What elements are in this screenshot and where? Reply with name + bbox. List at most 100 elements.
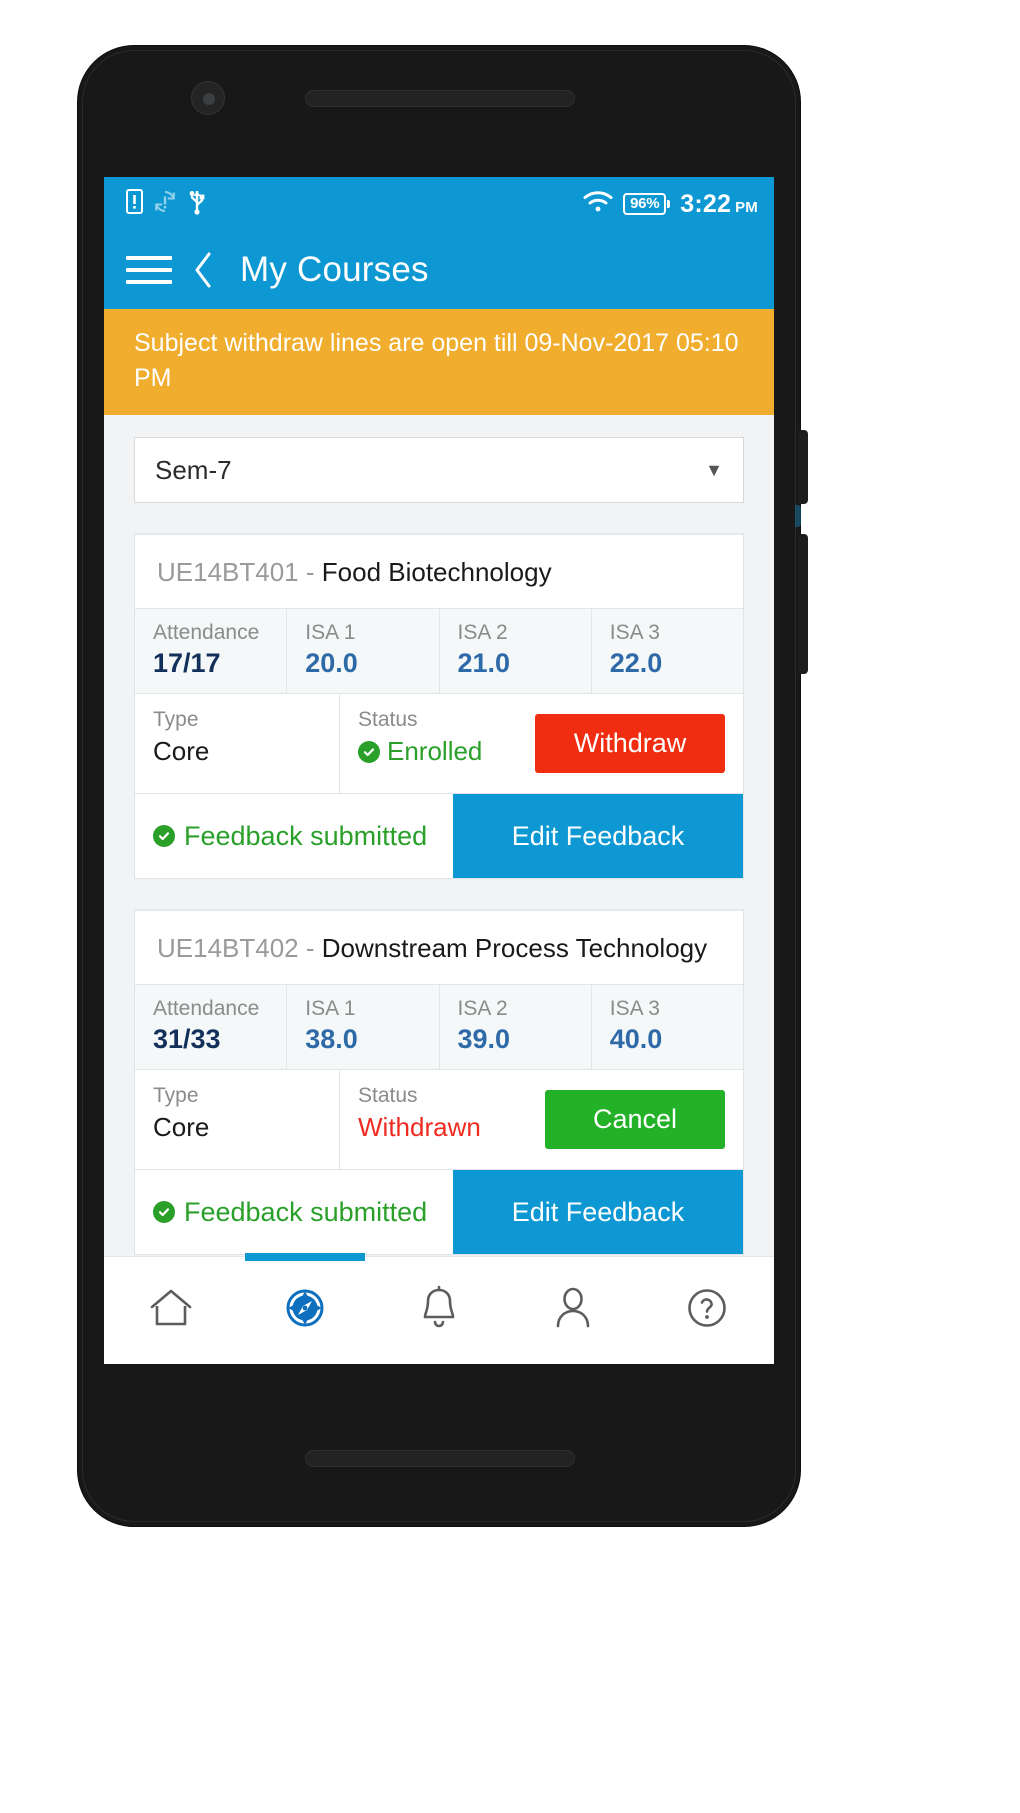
status-value: Withdrawn xyxy=(358,1112,481,1142)
course-code: UE14BT402 xyxy=(157,933,299,963)
course-feedback-row: Feedback submitted Edit Feedback xyxy=(135,794,743,878)
type-label: Type xyxy=(153,1084,199,1107)
chevron-down-icon: ▼ xyxy=(705,460,723,480)
status-bar-left-icons xyxy=(126,188,207,220)
page-title: My Courses xyxy=(240,250,429,289)
stat-value-isa2: 39.0 xyxy=(457,1024,511,1054)
sim-alert-icon xyxy=(126,189,143,219)
bottom-speaker xyxy=(305,1450,575,1467)
stat-isa3: ISA 3 40.0 xyxy=(592,985,743,1069)
course-code: UE14BT401 xyxy=(157,557,299,587)
course-title-separator: - xyxy=(298,557,322,587)
course-card[interactable]: UE14BT402 - Downstream Process Technolog… xyxy=(134,909,744,1255)
stat-isa1: ISA 1 20.0 xyxy=(287,609,440,693)
course-card[interactable]: UE14BT401 - Food Biotechnology Attendanc… xyxy=(134,533,744,879)
status-label: Status xyxy=(358,1084,418,1107)
nav-item-home[interactable] xyxy=(104,1257,238,1364)
app-bar: My Courses xyxy=(104,231,774,309)
home-icon xyxy=(147,1285,195,1336)
stat-label-isa1: ISA 1 xyxy=(305,621,356,644)
status-value: Enrolled xyxy=(387,736,483,766)
bell-icon xyxy=(417,1284,461,1337)
cancel-button[interactable]: Cancel xyxy=(545,1090,725,1149)
nav-item-profile[interactable] xyxy=(506,1257,640,1364)
check-circle-icon xyxy=(153,1201,175,1223)
type-label: Type xyxy=(153,708,199,731)
withdraw-notice-banner: Subject withdraw lines are open till 09-… xyxy=(104,309,774,415)
stat-value-isa3: 22.0 xyxy=(609,648,663,678)
course-title: UE14BT402 - Downstream Process Technolog… xyxy=(135,911,743,985)
battery-percent-label: 96% xyxy=(623,193,667,215)
type-value: Core xyxy=(153,1112,210,1142)
edit-feedback-button[interactable]: Edit Feedback xyxy=(453,794,743,878)
stat-label-isa2: ISA 2 xyxy=(457,621,508,644)
stat-isa3: ISA 3 22.0 xyxy=(592,609,743,693)
back-chevron-icon[interactable] xyxy=(190,250,216,290)
stat-isa2: ISA 2 39.0 xyxy=(440,985,592,1069)
status-badge: Withdrawn xyxy=(358,1112,545,1143)
check-circle-icon xyxy=(358,740,380,763)
power-button[interactable] xyxy=(798,430,808,504)
stat-label-attendance: Attendance xyxy=(153,621,260,644)
nav-item-help[interactable] xyxy=(640,1257,774,1364)
course-stats-row: Attendance 31/33 ISA 1 38.0 ISA 2 39.0 I… xyxy=(135,985,743,1070)
stat-value-attendance: 31/33 xyxy=(153,1024,221,1054)
help-circle-icon xyxy=(683,1284,731,1337)
person-icon xyxy=(551,1284,595,1337)
course-status-cell: Status Withdrawn xyxy=(340,1070,545,1169)
course-type-status-row: Type Core Status Withdrawn Cancel xyxy=(135,1070,743,1170)
compass-icon xyxy=(281,1284,329,1337)
course-type-cell: Type Core xyxy=(135,694,340,793)
course-name: Downstream Process Technology xyxy=(321,933,708,963)
clock-ampm: PM xyxy=(735,198,758,216)
wifi-icon xyxy=(583,190,613,218)
status-bar: 96% 3:22 PM xyxy=(104,177,774,231)
stat-value-isa2: 21.0 xyxy=(457,648,511,678)
status-bar-clock: 3:22 PM xyxy=(680,190,758,219)
earpiece-speaker xyxy=(305,90,575,107)
stat-isa2: ISA 2 21.0 xyxy=(440,609,592,693)
stat-value-isa1: 20.0 xyxy=(305,648,358,678)
stat-label-isa3: ISA 3 xyxy=(609,997,660,1020)
usb-icon xyxy=(187,188,207,220)
stat-isa1: ISA 1 38.0 xyxy=(287,985,440,1069)
course-name: Food Biotechnology xyxy=(321,557,552,587)
course-type-cell: Type Core xyxy=(135,1070,340,1169)
screenshot-stage: 96% 3:22 PM My Courses Subject withdraw … xyxy=(0,0,1020,1813)
course-title: UE14BT401 - Food Biotechnology xyxy=(135,535,743,609)
stat-value-isa3: 40.0 xyxy=(609,1024,663,1054)
status-label: Status xyxy=(358,708,418,731)
feedback-status: Feedback submitted xyxy=(135,794,453,878)
stat-label-attendance: Attendance xyxy=(153,997,260,1020)
semester-select-value: Sem-7 xyxy=(155,454,232,485)
volume-button[interactable] xyxy=(798,534,808,674)
status-badge: Enrolled xyxy=(358,736,535,767)
edit-feedback-button[interactable]: Edit Feedback xyxy=(453,1170,743,1254)
course-type-status-row: Type Core Status Enrolled Withdraw xyxy=(135,694,743,794)
stat-label-isa2: ISA 2 xyxy=(457,997,508,1020)
feedback-status-label: Feedback submitted xyxy=(184,1196,428,1227)
course-status-cell: Status Enrolled xyxy=(340,694,535,793)
course-stats-row: Attendance 17/17 ISA 1 20.0 ISA 2 21.0 I… xyxy=(135,609,743,694)
withdraw-button[interactable]: Withdraw xyxy=(535,714,725,773)
battery-tip xyxy=(667,200,671,208)
nav-item-explore[interactable] xyxy=(238,1257,372,1364)
hamburger-menu-icon[interactable] xyxy=(126,253,172,287)
type-value: Core xyxy=(153,736,210,766)
course-list-scroll-area[interactable]: Sem-7 ▼ UE14BT401 - Food Biotechnology A… xyxy=(104,415,774,1265)
nav-item-notifications[interactable] xyxy=(372,1257,506,1364)
feedback-status: Feedback submitted xyxy=(135,1170,453,1254)
stat-value-isa1: 38.0 xyxy=(305,1024,358,1054)
course-feedback-row: Feedback submitted Edit Feedback xyxy=(135,1170,743,1254)
sync-problem-icon xyxy=(154,189,176,219)
front-camera xyxy=(191,81,225,115)
semester-select[interactable]: Sem-7 ▼ xyxy=(134,437,744,503)
feedback-status-label: Feedback submitted xyxy=(184,820,428,851)
course-title-separator: - xyxy=(298,933,322,963)
stat-label-isa1: ISA 1 xyxy=(305,997,356,1020)
stat-label-isa3: ISA 3 xyxy=(609,621,660,644)
sim-tray-accent xyxy=(795,505,801,527)
status-bar-right-icons: 96% 3:22 PM xyxy=(583,190,758,219)
clock-time: 3:22 xyxy=(680,189,732,218)
battery-indicator: 96% xyxy=(623,193,671,215)
